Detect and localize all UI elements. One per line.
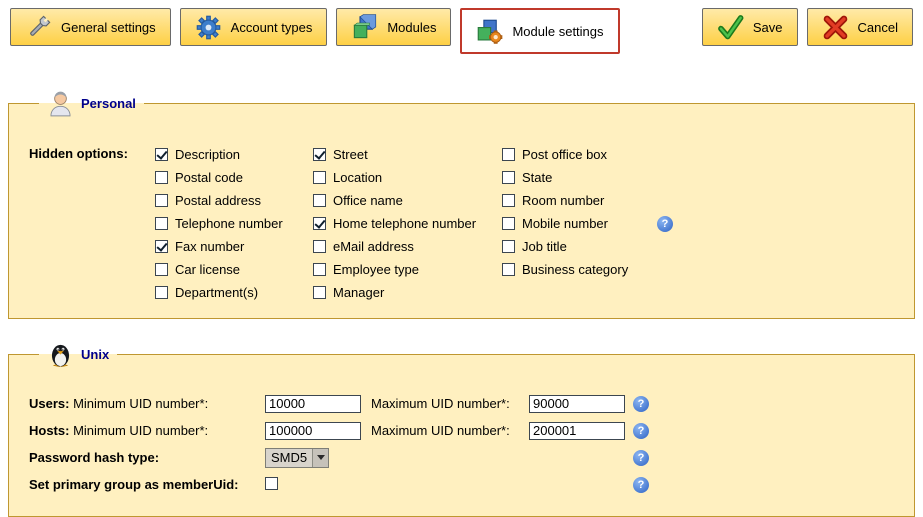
option-departments[interactable]: Department(s) — [155, 281, 313, 304]
option-business-category-checkbox[interactable] — [502, 263, 515, 276]
option-telephone-number[interactable]: Telephone number — [155, 212, 313, 235]
option-car-license[interactable]: Car license — [155, 258, 313, 281]
option-location-checkbox[interactable] — [313, 171, 326, 184]
page-content: Personal Hidden options: Description Pos… — [0, 90, 923, 517]
save-button[interactable]: Save — [702, 8, 798, 46]
option-email-address[interactable]: eMail address — [313, 235, 502, 258]
unix-section: Unix Users: Minimum UID number*: Maximum… — [8, 341, 915, 517]
users-max-uid-input[interactable] — [529, 395, 625, 413]
option-postal-address[interactable]: Postal address — [155, 189, 313, 212]
chevron-down-icon — [312, 449, 328, 467]
option-postal-address-checkbox[interactable] — [155, 194, 168, 207]
person-icon — [47, 90, 74, 117]
option-job-title-checkbox[interactable] — [502, 240, 515, 253]
unix-settings-grid: Users: Minimum UID number*: Maximum UID … — [29, 390, 904, 498]
options-column-1: Description Postal code Postal address T… — [155, 143, 313, 304]
section-title: Unix — [81, 347, 109, 362]
tab-label: Account types — [231, 20, 313, 35]
wrench-icon — [25, 14, 52, 41]
option-home-telephone-number[interactable]: Home telephone number — [313, 212, 502, 235]
hosts-max-uid-input[interactable] — [529, 422, 625, 440]
x-icon — [822, 14, 849, 41]
option-telephone-number-checkbox[interactable] — [155, 217, 168, 230]
option-office-name-checkbox[interactable] — [313, 194, 326, 207]
option-fax-number[interactable]: Fax number — [155, 235, 313, 258]
tab-label: General settings — [61, 20, 156, 35]
tab-general-settings[interactable]: General settings — [10, 8, 171, 46]
hosts-max-uid-label: Maximum UID number*: — [371, 423, 529, 438]
password-hash-label: Password hash type: — [29, 450, 265, 465]
tab-module-settings[interactable]: Module settings — [460, 8, 619, 54]
option-office-name[interactable]: Office name — [313, 189, 502, 212]
option-street[interactable]: Street — [313, 143, 502, 166]
option-business-category[interactable]: Business category — [502, 258, 732, 281]
cancel-label: Cancel — [858, 20, 898, 35]
option-description[interactable]: Description — [155, 143, 313, 166]
help-icon[interactable]: ? — [633, 450, 649, 466]
option-job-title[interactable]: Job title — [502, 235, 732, 258]
option-location[interactable]: Location — [313, 166, 502, 189]
option-post-office-box-checkbox[interactable] — [502, 148, 515, 161]
option-street-checkbox[interactable] — [313, 148, 326, 161]
option-departments-checkbox[interactable] — [155, 286, 168, 299]
tux-icon — [47, 341, 74, 368]
option-state-checkbox[interactable] — [502, 171, 515, 184]
tab-label: Modules — [387, 20, 436, 35]
member-uid-label: Set primary group as memberUid: — [29, 477, 265, 492]
option-postal-code-checkbox[interactable] — [155, 171, 168, 184]
gear-icon — [195, 14, 222, 41]
personal-legend: Personal — [39, 90, 144, 117]
help-icon[interactable]: ? — [633, 396, 649, 412]
users-min-uid-input[interactable] — [265, 395, 361, 413]
cubes-gear-icon — [476, 18, 503, 45]
check-icon — [717, 14, 744, 41]
option-room-number[interactable]: Room number — [502, 189, 732, 212]
option-post-office-box[interactable]: Post office box — [502, 143, 732, 166]
password-hash-select[interactable]: SMD5 — [265, 448, 329, 468]
option-mobile-number-checkbox[interactable] — [502, 217, 515, 230]
option-manager[interactable]: Manager — [313, 281, 502, 304]
tab-modules[interactable]: Modules — [336, 8, 451, 46]
option-employee-type-checkbox[interactable] — [313, 263, 326, 276]
member-uid-checkbox[interactable] — [265, 477, 278, 490]
option-state[interactable]: State — [502, 166, 732, 189]
save-label: Save — [753, 20, 783, 35]
option-employee-type[interactable]: Employee type — [313, 258, 502, 281]
toolbar: General settings Account types — [0, 0, 923, 54]
option-car-license-checkbox[interactable] — [155, 263, 168, 276]
users-max-uid-label: Maximum UID number*: — [371, 396, 529, 411]
help-icon[interactable]: ? — [657, 216, 673, 232]
cancel-button[interactable]: Cancel — [807, 8, 913, 46]
users-row-label: Users: Minimum UID number*: — [29, 396, 265, 411]
cubes-icon — [351, 14, 378, 41]
option-fax-number-checkbox[interactable] — [155, 240, 168, 253]
hosts-row-label: Hosts: Minimum UID number*: — [29, 423, 265, 438]
option-postal-code[interactable]: Postal code — [155, 166, 313, 189]
personal-section: Personal Hidden options: Description Pos… — [8, 90, 915, 319]
options-column-2: Street Location Office name Home telepho… — [313, 143, 502, 304]
tab-label: Module settings — [512, 24, 603, 39]
hidden-options-label: Hidden options: — [29, 143, 155, 161]
help-icon[interactable]: ? — [633, 423, 649, 439]
hidden-options: Hidden options: Description Postal code … — [29, 143, 904, 304]
tab-account-types[interactable]: Account types — [180, 8, 328, 46]
option-manager-checkbox[interactable] — [313, 286, 326, 299]
unix-legend: Unix — [39, 341, 117, 368]
option-home-telephone-number-checkbox[interactable] — [313, 217, 326, 230]
option-description-checkbox[interactable] — [155, 148, 168, 161]
option-room-number-checkbox[interactable] — [502, 194, 515, 207]
options-column-3: Post office box State Room number Mobile… — [502, 143, 732, 281]
section-title: Personal — [81, 96, 136, 111]
hosts-min-uid-input[interactable] — [265, 422, 361, 440]
option-email-address-checkbox[interactable] — [313, 240, 326, 253]
help-icon[interactable]: ? — [633, 477, 649, 493]
option-mobile-number[interactable]: Mobile number ? — [502, 212, 732, 235]
password-hash-value: SMD5 — [266, 450, 312, 465]
